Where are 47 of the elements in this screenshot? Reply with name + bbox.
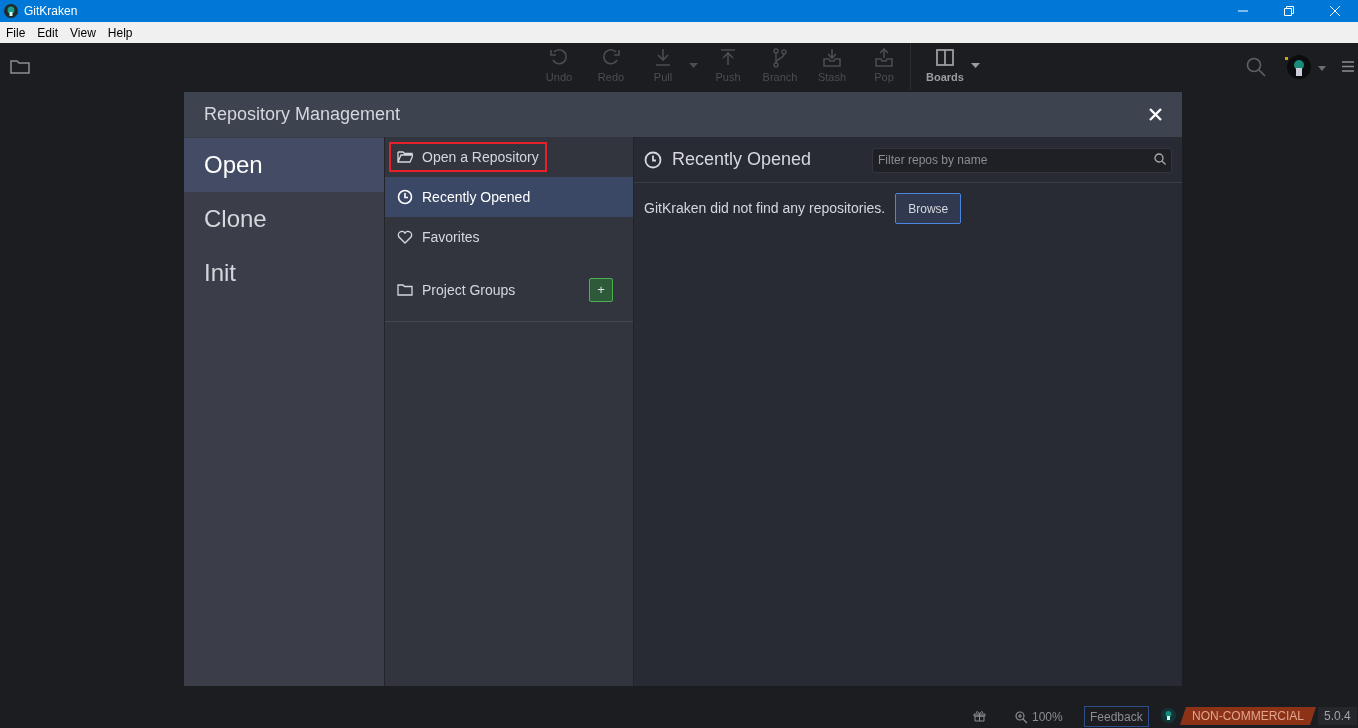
filter-field[interactable]: Filter repos by name — [872, 147, 1172, 173]
close-icon — [1330, 6, 1340, 16]
app-logo-icon — [4, 4, 18, 18]
clock-icon — [397, 189, 413, 205]
browse-button[interactable]: Browse — [895, 193, 962, 224]
avatar-icon[interactable] — [1284, 54, 1312, 80]
gift-icon[interactable] — [973, 710, 986, 722]
window-title: GitKraken — [24, 3, 78, 20]
caret-icon[interactable] — [1318, 66, 1326, 71]
nav-item[interactable]: Project Groups — [389, 275, 524, 305]
version-label: 5.0.4 — [1318, 707, 1357, 725]
add-group-button[interactable]: + — [589, 278, 613, 302]
license-badge: NON-COMMERCIAL — [1180, 707, 1316, 725]
columns-icon — [935, 48, 955, 68]
menu-item[interactable]: File — [0, 23, 32, 42]
upload-arrow-icon — [718, 48, 738, 68]
restore-icon — [1284, 6, 1294, 16]
heart-icon — [397, 229, 413, 245]
zoom-icon — [1015, 710, 1028, 724]
nav-item[interactable]: Open a Repository — [389, 142, 547, 172]
menu-item[interactable]: Edit — [31, 23, 65, 42]
clock-icon — [644, 150, 662, 169]
caret-icon[interactable] — [971, 63, 980, 68]
folder-open-icon — [397, 149, 413, 165]
dialog-tab[interactable]: Clone — [184, 192, 384, 246]
zoom-level[interactable]: 100% — [1032, 708, 1063, 726]
branch-icon — [770, 48, 790, 68]
panel-title: Recently Opened — [672, 148, 812, 171]
menu-item[interactable]: View — [64, 23, 102, 42]
tray-upload-icon — [874, 48, 894, 68]
menu-icon[interactable] — [1342, 61, 1354, 72]
feedback-button[interactable]: Feedback — [1084, 706, 1149, 727]
download-arrow-icon — [653, 48, 673, 68]
close-icon[interactable] — [1149, 108, 1162, 121]
folder-icon[interactable] — [10, 60, 30, 74]
dialog-tab[interactable]: Init — [184, 246, 384, 300]
logo-icon — [1161, 708, 1176, 723]
dialog-title: Repository Management — [204, 103, 401, 126]
tray-download-icon — [822, 48, 842, 68]
menu-item[interactable]: Help — [101, 23, 139, 42]
dialog-tab[interactable]: Open — [184, 138, 384, 192]
nav-item[interactable]: Favorites — [389, 222, 488, 252]
search-icon[interactable] — [1246, 57, 1266, 77]
search-icon — [1154, 153, 1166, 165]
empty-message: GitKraken did not find any repositories. — [644, 199, 886, 218]
folder-icon — [397, 282, 413, 298]
toolbar-button[interactable]: Boards — [919, 43, 971, 86]
